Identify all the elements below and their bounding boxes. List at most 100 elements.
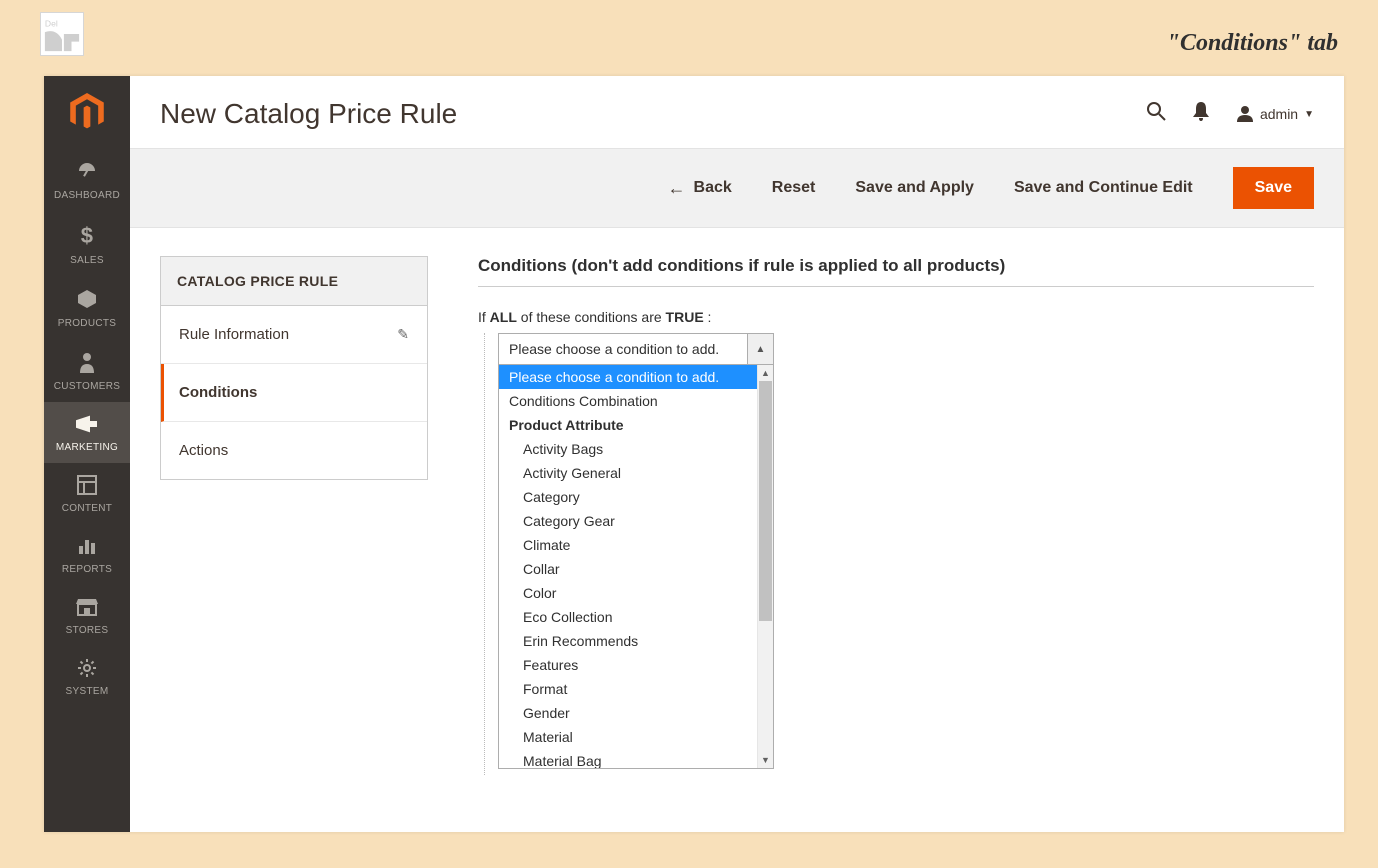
side-tab-label: Actions xyxy=(179,442,228,459)
stores-icon xyxy=(76,597,98,621)
bars-icon xyxy=(77,536,97,560)
option-item[interactable]: Activity Bags xyxy=(499,437,757,461)
side-tabs: CATALOG PRICE RULE Rule Information ✎ Cond… xyxy=(160,256,428,480)
user-icon xyxy=(1236,104,1254,125)
nav-item-system[interactable]: SYSTEM xyxy=(44,646,130,707)
magento-logo[interactable] xyxy=(44,76,130,148)
side-tab-rule-information[interactable]: Rule Information ✎ xyxy=(161,306,427,364)
caret-down-icon: ▼ xyxy=(1304,109,1314,120)
save-label: Save xyxy=(1255,179,1292,196)
side-tab-label: Conditions xyxy=(179,384,257,401)
scroll-thumb[interactable] xyxy=(759,381,772,621)
condition-dropdown-list[interactable]: Please choose a condition to add.Conditi… xyxy=(499,365,757,768)
nav-label: STORES xyxy=(66,625,109,636)
condition-select-toggle[interactable]: ▲ xyxy=(747,334,773,364)
annotation-label: "Conditions" tab xyxy=(1167,30,1338,57)
svg-text:Del: Del xyxy=(45,18,58,28)
back-label: Back xyxy=(694,179,732,197)
nav-item-products[interactable]: PRODUCTS xyxy=(44,276,130,339)
nav-item-reports[interactable]: REPORTS xyxy=(44,524,130,585)
condition-select[interactable]: Please choose a condition to add. ▲ xyxy=(498,333,774,365)
page-header: New Catalog Price Rule admin ▼ xyxy=(130,76,1344,148)
option-item[interactable]: Category xyxy=(499,485,757,509)
side-tabs-title: CATALOG PRICE RULE xyxy=(161,257,427,306)
save-apply-button[interactable]: Save and Apply xyxy=(855,179,974,197)
bell-icon[interactable] xyxy=(1192,101,1210,127)
nav-label: SALES xyxy=(70,255,104,266)
save-continue-label: Save and Continue Edit xyxy=(1014,179,1193,197)
option-item[interactable]: Eco Collection xyxy=(499,605,757,629)
megaphone-icon xyxy=(75,414,99,438)
search-icon[interactable] xyxy=(1146,101,1166,127)
option-item[interactable]: Climate xyxy=(499,533,757,557)
sentence-all[interactable]: ALL xyxy=(490,309,517,325)
scroll-down-button[interactable]: ▼ xyxy=(758,752,773,768)
side-tab-label: Rule Information xyxy=(179,326,289,343)
dollar-icon: $ xyxy=(77,223,97,251)
content-row: CATALOG PRICE RULE Rule Information ✎ Cond… xyxy=(130,228,1344,832)
nav-label: REPORTS xyxy=(62,564,112,575)
nav-item-content[interactable]: CONTENT xyxy=(44,463,130,524)
option-group: Product Attribute xyxy=(499,413,757,437)
dashboard-icon xyxy=(76,160,98,186)
condition-dropdown: Please choose a condition to add.Conditi… xyxy=(498,365,774,769)
nav-label: SYSTEM xyxy=(66,686,109,697)
pencil-icon: ✎ xyxy=(397,326,409,343)
nav-label: PRODUCTS xyxy=(58,318,117,329)
option-item[interactable]: Format xyxy=(499,677,757,701)
option-item[interactable]: Color xyxy=(499,581,757,605)
nav-item-sales[interactable]: $ SALES xyxy=(44,211,130,276)
option-item[interactable]: Activity General xyxy=(499,461,757,485)
layout-icon xyxy=(77,475,97,499)
option-item[interactable]: Please choose a condition to add. xyxy=(499,365,757,389)
svg-text:$: $ xyxy=(81,223,94,247)
reset-label: Reset xyxy=(772,179,816,197)
page-title: New Catalog Price Rule xyxy=(160,98,457,130)
person-icon xyxy=(78,351,96,377)
admin-account[interactable]: admin ▼ xyxy=(1236,104,1314,125)
option-item[interactable]: Erin Recommends xyxy=(499,629,757,653)
sentence-true[interactable]: TRUE xyxy=(666,309,704,325)
back-button[interactable]: ← Back xyxy=(668,178,732,199)
nav-label: MARKETING xyxy=(56,442,118,453)
save-button[interactable]: Save xyxy=(1233,167,1314,209)
nav-item-stores[interactable]: STORES xyxy=(44,585,130,646)
panel-title: Conditions (don't add conditions if rule… xyxy=(478,256,1314,287)
option-item[interactable]: Conditions Combination xyxy=(499,389,757,413)
nav-label: DASHBOARD xyxy=(54,190,120,201)
option-item[interactable]: Category Gear xyxy=(499,509,757,533)
sentence-if: If xyxy=(478,309,490,325)
admin-nav: DASHBOARD $ SALES PRODUCTS CUSTOMERS MARKETIN… xyxy=(44,76,130,832)
nav-label: CUSTOMERS xyxy=(54,381,120,392)
vendor-logo: Del xyxy=(40,12,84,56)
side-tab-conditions[interactable]: Conditions xyxy=(161,364,427,422)
condition-block: Please choose a condition to add. ▲ Plea… xyxy=(498,333,1314,769)
side-tab-actions[interactable]: Actions xyxy=(161,422,427,479)
admin-label: admin xyxy=(1260,106,1298,122)
condition-sentence: If ALL of these conditions are TRUE : xyxy=(478,309,1314,325)
nav-item-marketing[interactable]: MARKETING xyxy=(44,402,130,463)
dropdown-scrollbar[interactable]: ▲ ▼ xyxy=(757,365,773,768)
header-tools: admin ▼ xyxy=(1146,101,1314,127)
sentence-mid: of these conditions are xyxy=(517,309,666,325)
conditions-panel: Conditions (don't add conditions if rule… xyxy=(478,256,1314,804)
action-bar: ← Back Reset Save and Apply Save and Con… xyxy=(130,148,1344,228)
save-continue-button[interactable]: Save and Continue Edit xyxy=(1014,179,1193,197)
option-item[interactable]: Material Bag xyxy=(499,749,757,768)
cube-icon xyxy=(76,288,98,314)
option-item[interactable]: Features xyxy=(499,653,757,677)
nav-item-dashboard[interactable]: DASHBOARD xyxy=(44,148,130,211)
gear-icon xyxy=(77,658,97,682)
option-item[interactable]: Collar xyxy=(499,557,757,581)
nav-label: CONTENT xyxy=(62,503,112,514)
option-item[interactable]: Material xyxy=(499,725,757,749)
nav-item-customers[interactable]: CUSTOMERS xyxy=(44,339,130,402)
option-item[interactable]: Gender xyxy=(499,701,757,725)
save-apply-label: Save and Apply xyxy=(855,179,974,197)
scroll-up-button[interactable]: ▲ xyxy=(758,365,773,381)
reset-button[interactable]: Reset xyxy=(772,179,816,197)
main-area: New Catalog Price Rule admin ▼ xyxy=(130,76,1344,832)
app-frame: DASHBOARD $ SALES PRODUCTS CUSTOMERS MARKETIN… xyxy=(44,76,1344,832)
condition-select-value: Please choose a condition to add. xyxy=(499,334,747,364)
arrow-left-icon: ← xyxy=(668,178,686,199)
